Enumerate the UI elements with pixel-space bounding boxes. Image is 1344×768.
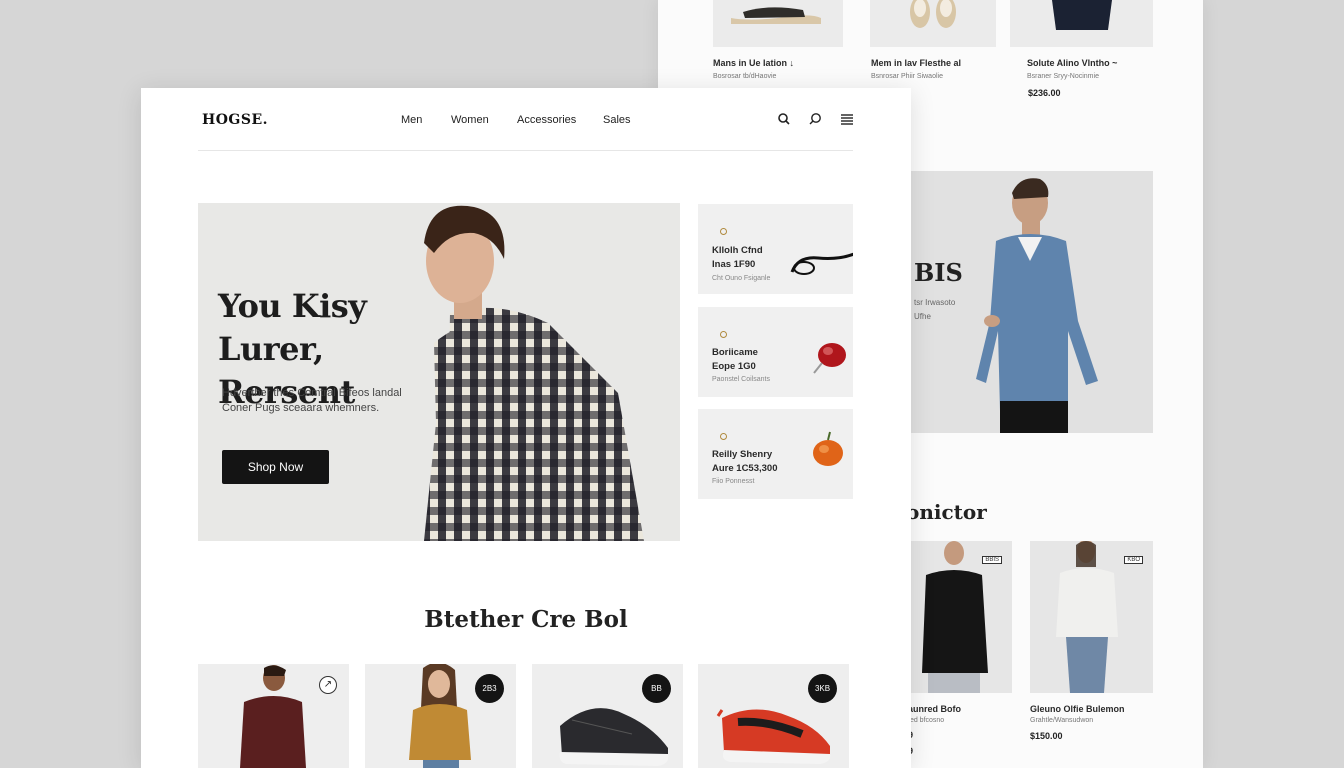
- side-card-price: Aure 1C53,300: [712, 463, 778, 474]
- product-card[interactable]: 3KB: [698, 664, 849, 768]
- product-subtitle: Bsnrosar Phiir Siwaolie: [871, 73, 943, 80]
- nav-sales[interactable]: Sales: [603, 114, 631, 126]
- side-product-card[interactable]: Kllolh Cfnd Inas 1F90 Cht Ouno Fsiganle: [698, 204, 853, 294]
- side-card-title: Boriicame: [712, 347, 758, 358]
- price-badge: 3KB: [808, 674, 837, 703]
- nav-women[interactable]: Women: [451, 114, 489, 126]
- product-price: $150.00: [1030, 731, 1063, 741]
- hero-banner: You Kisy Lurer, Rersent Hdverther thes C…: [198, 203, 680, 541]
- hero-description: Coner Pugs sceaara whemners.: [222, 402, 380, 414]
- back-product-card[interactable]: BBIS: [908, 541, 1012, 693]
- product-price: $236.00: [1028, 88, 1061, 98]
- product-card[interactable]: 2B3: [365, 664, 516, 768]
- product-name[interactable]: Mem in lav Flesthe al: [871, 58, 961, 68]
- wishlist-icon[interactable]: ↗: [319, 676, 337, 694]
- storefront-page: HOGSE. Men Women Accessories Sales You K…: [141, 88, 911, 768]
- product-tag: BBIS: [982, 556, 1002, 564]
- product-name[interactable]: Mans in Ue Iation ↓: [713, 58, 794, 68]
- product-tag: KBO: [1124, 556, 1143, 564]
- header-divider: [198, 150, 853, 151]
- side-card-title: Reilly Shenry: [712, 449, 773, 460]
- loafers-image: [910, 0, 956, 28]
- back-hero-title: BIS: [914, 258, 963, 287]
- dot-icon: [720, 331, 727, 338]
- brand-logo[interactable]: HOGSE.: [202, 112, 268, 128]
- cable-image: [790, 252, 853, 275]
- back-product-card[interactable]: KBO: [1030, 541, 1153, 693]
- side-product-card[interactable]: Reilly Shenry Aure 1C53,300 Fiio Ponness…: [698, 409, 853, 499]
- hero-description: Hdverther thes Comtral Bifeos landal: [222, 387, 402, 399]
- sandal-image: [731, 7, 821, 24]
- product-name[interactable]: Solute Alino Vlntho ~: [1027, 58, 1117, 68]
- nav-accessories[interactable]: Accessories: [517, 114, 576, 126]
- search-icon[interactable]: [775, 110, 793, 128]
- product-card[interactable]: ↗: [198, 664, 349, 768]
- dot-icon: [720, 228, 727, 235]
- dot-icon: [720, 433, 727, 440]
- product-subtitle: Bosrosar tb/dHaovie: [713, 73, 777, 80]
- side-card-subtitle: Cht Ouno Fsiganle: [712, 275, 771, 282]
- product-name[interactable]: aunred Bofo: [908, 704, 961, 714]
- back-hero-line: tsr Irwasoto: [914, 298, 956, 307]
- side-product-card[interactable]: Boriicame Eope 1G0 Paonstel Coilsants: [698, 307, 853, 397]
- price-badge: BB: [642, 674, 671, 703]
- section-title: Btether Cre Bol: [424, 606, 628, 633]
- nav-men[interactable]: Men: [401, 114, 422, 126]
- side-card-price: Eope 1G0: [712, 361, 756, 372]
- chat-search-icon[interactable]: [806, 110, 824, 128]
- product-subtitle: Bsraner Sryy-Nocinmie: [1027, 73, 1099, 80]
- product-subtitle: fed bfcosno: [908, 717, 945, 724]
- side-card-title: Kllolh Cfnd: [712, 245, 763, 256]
- menu-icon[interactable]: [838, 110, 856, 128]
- shop-now-button[interactable]: Shop Now: [222, 450, 329, 484]
- product-name[interactable]: Gleuno Olfie Bulemon: [1030, 704, 1125, 714]
- back-section-title: onictor: [906, 500, 987, 524]
- shorts-image: [1052, 0, 1112, 30]
- side-card-price: Inas 1F90: [712, 259, 756, 270]
- side-card-subtitle: Fiio Ponnesst: [712, 478, 755, 485]
- back-hero-line: Ufhe: [914, 312, 931, 321]
- product-thumb-loafers[interactable]: [870, 0, 996, 47]
- product-card[interactable]: BB: [532, 664, 683, 768]
- product-subtitle: Grahtle/Wansudwon: [1030, 717, 1094, 724]
- orange-item-image: [813, 431, 843, 466]
- red-gadget-image: [813, 343, 846, 374]
- product-thumb-shorts[interactable]: [1010, 0, 1153, 47]
- side-card-subtitle: Paonstel Coilsants: [712, 376, 770, 383]
- price-badge: 2B3: [475, 674, 504, 703]
- product-thumb-sandal[interactable]: [713, 0, 843, 47]
